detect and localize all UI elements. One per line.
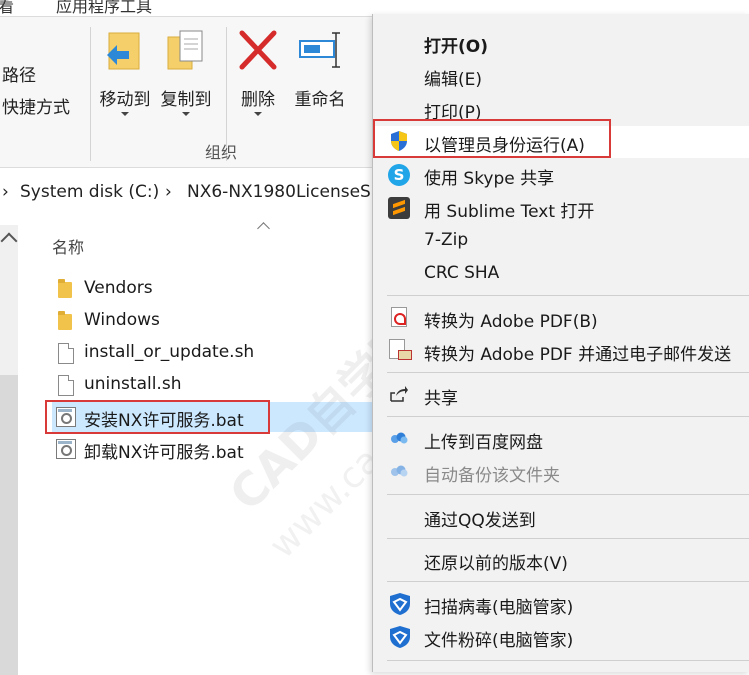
menu-item-label: 上传到百度网盘	[424, 433, 543, 453]
menu-separator	[387, 494, 749, 495]
file-name: Vendors	[84, 278, 153, 298]
menu-item-label: 转换为 Adobe PDF(B)	[424, 312, 598, 332]
delete-label: 删除	[241, 90, 275, 110]
scroll-up-icon[interactable]	[0, 232, 18, 250]
file-icon	[58, 375, 74, 396]
menu-item-label: 用 Sublime Text 打开	[424, 202, 595, 222]
rename-label: 重命名	[294, 90, 346, 110]
menu-item-label: 自动备份该文件夹	[424, 466, 560, 486]
menu-item-7zip[interactable]: 7-Zip	[373, 225, 749, 257]
menu-item-label: 通过QQ发送到	[424, 511, 536, 531]
copy-to-label: 复制到	[160, 90, 212, 110]
menu-item-open[interactable]: 打开(O)	[373, 27, 749, 59]
menu-item-edit[interactable]: 编辑(E)	[373, 60, 749, 92]
folder-icon	[58, 311, 72, 330]
file-row-windows[interactable]: Windows	[52, 306, 374, 336]
file-name: uninstall.sh	[84, 374, 182, 394]
breadcrumb-system-disk[interactable]: System disk (C:)	[20, 182, 159, 202]
scrollbar-thumb[interactable]	[0, 375, 18, 675]
file-row-vendors[interactable]: Vendors	[52, 274, 374, 304]
menu-item-label: CRC SHA	[424, 263, 500, 283]
menu-item-label: 扫描病毒(电脑管家)	[424, 598, 574, 618]
menu-item-crc-sha[interactable]: CRC SHA	[373, 258, 749, 290]
menu-item-label: 共享	[424, 389, 458, 409]
adobe-pdf-mail-icon	[389, 339, 412, 360]
paste-shortcut-action[interactable]: 快捷方式	[2, 93, 70, 118]
menu-item-label: 转换为 Adobe PDF 并通过电子邮件发送	[424, 345, 732, 365]
rename-icon	[298, 27, 342, 77]
menu-item-send-via-qq[interactable]: 通过QQ发送到	[373, 501, 749, 533]
breadcrumb-chevron-icon[interactable]: ›	[2, 182, 9, 202]
menu-separator	[387, 581, 749, 582]
highlight-box-run-as-admin	[373, 119, 611, 158]
delete-icon	[236, 27, 280, 77]
menu-item-restore-previous-versions[interactable]: 还原以前的版本(V)	[373, 544, 749, 576]
ribbon-group-label: 组织	[205, 143, 238, 162]
file-row-uninstall-service-bat[interactable]: 卸载NX许可服务.bat	[52, 434, 374, 464]
delete-button[interactable]: 删除	[236, 27, 280, 116]
pc-manager-icon	[390, 593, 410, 615]
batch-file-icon	[56, 439, 76, 459]
skype-icon: S	[388, 164, 410, 186]
rename-button[interactable]: 重命名	[290, 27, 350, 110]
menu-separator	[387, 372, 749, 373]
copy-to-icon	[164, 27, 208, 77]
move-to-button[interactable]: 移动到	[96, 27, 154, 116]
menu-item-label: 还原以前的版本(V)	[424, 554, 568, 574]
menu-item-open-with-sublime[interactable]: 用 Sublime Text 打开	[373, 192, 749, 224]
menu-item-label: 使用 Skype 共享	[424, 169, 555, 189]
file-row-uninstall[interactable]: uninstall.sh	[52, 370, 374, 400]
menu-item-share[interactable]: 共享	[373, 379, 749, 411]
dropdown-arrow-icon	[254, 112, 262, 116]
menu-item-convert-to-pdf[interactable]: 转换为 Adobe PDF(B)	[373, 302, 749, 334]
copy-to-button[interactable]: 复制到	[157, 27, 215, 116]
tab-application-tools[interactable]: 应用程序工具	[56, 0, 152, 17]
adobe-pdf-icon	[391, 307, 407, 327]
dropdown-arrow-icon	[121, 112, 129, 116]
breadcrumb-chevron-icon[interactable]: ›	[165, 182, 172, 202]
sublime-text-icon	[388, 197, 410, 219]
file-icon	[58, 343, 74, 364]
dropdown-arrow-icon	[182, 112, 190, 116]
menu-item-file-shredder[interactable]: 文件粉碎(电脑管家)	[373, 621, 749, 653]
file-row-install-or-update[interactable]: install_or_update.sh	[52, 338, 374, 368]
column-header-name[interactable]: 名称	[52, 234, 84, 258]
move-to-label: 移动到	[99, 90, 151, 110]
menu-item-upload-baidu[interactable]: 上传到百度网盘	[373, 423, 749, 455]
navigation-pane-scrollbar[interactable]	[0, 225, 18, 675]
pc-manager-icon	[390, 626, 410, 648]
tab-view[interactable]: 看	[0, 0, 14, 17]
menu-item-label: 7-Zip	[424, 230, 469, 250]
highlight-box-selected-file	[45, 400, 270, 434]
menu-item-label: 文件粉碎(电脑管家)	[424, 631, 574, 651]
menu-separator	[387, 660, 749, 661]
baidu-cloud-icon	[391, 432, 408, 444]
sort-ascending-icon	[257, 222, 270, 235]
menu-item-share-with-skype[interactable]: S 使用 Skype 共享	[373, 159, 749, 191]
menu-item-scan-virus[interactable]: 扫描病毒(电脑管家)	[373, 588, 749, 620]
menu-separator	[387, 295, 749, 296]
share-icon	[390, 386, 408, 402]
file-name: install_or_update.sh	[84, 342, 255, 362]
file-name: Windows	[84, 310, 160, 330]
breadcrumb-license-folder[interactable]: NX6-NX1980LicenseS	[187, 182, 371, 202]
menu-separator	[387, 538, 749, 539]
baidu-cloud-icon	[391, 465, 408, 477]
menu-item-label: 编辑(E)	[424, 70, 483, 90]
ribbon-divider	[90, 27, 91, 161]
menu-separator	[387, 416, 749, 417]
copy-path-action[interactable]: 路径	[2, 61, 36, 86]
menu-item-label: 打开(O)	[424, 37, 488, 57]
move-to-icon	[103, 27, 147, 77]
file-name: 卸载NX许可服务.bat	[84, 443, 244, 463]
menu-item-auto-backup[interactable]: 自动备份该文件夹	[373, 456, 749, 488]
folder-icon	[58, 279, 72, 298]
menu-item-convert-to-pdf-email[interactable]: 转换为 Adobe PDF 并通过电子邮件发送	[373, 335, 749, 367]
context-menu: 打开(O) 编辑(E) 打印(P) 以管理员身份运行(A) S 使用 Skype…	[372, 14, 749, 672]
